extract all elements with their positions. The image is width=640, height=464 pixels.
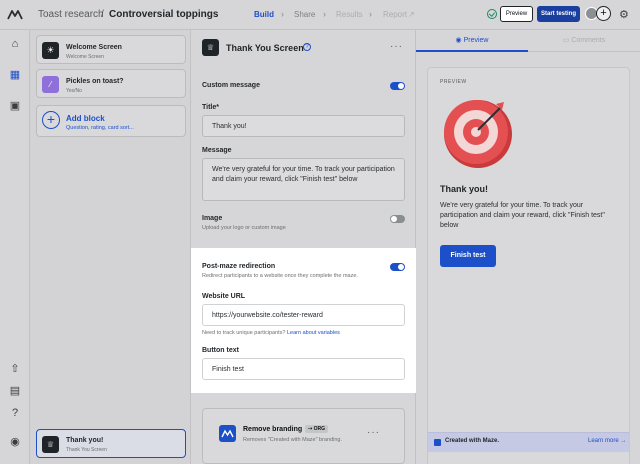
- editor-header: ♕ Thank You Screen ? ···: [191, 30, 416, 67]
- org-badge: ⇢ ORG: [305, 425, 328, 433]
- chevron-right-icon: ›: [281, 9, 284, 19]
- redirect-sublabel: Redirect participants to a website once …: [202, 273, 358, 279]
- remove-branding-card[interactable]: Remove branding ⇢ ORG Removes "Created w…: [202, 408, 405, 464]
- block-title: Pickles on toast?: [66, 78, 124, 85]
- image-sublabel: Upload your logo or custom image: [202, 225, 286, 231]
- maze-logo-icon[interactable]: [7, 8, 23, 22]
- add-block-button[interactable]: + Add block Question, rating, card sort.…: [36, 105, 186, 137]
- block-subtitle: Welcome Screen: [66, 54, 104, 60]
- image-label: Image: [202, 215, 223, 222]
- step-share[interactable]: Share: [294, 10, 315, 19]
- tab-preview-label: Preview: [463, 37, 489, 44]
- redirection-section: Post-maze redirection Redirect participa…: [191, 248, 416, 393]
- message-textarea[interactable]: We're very grateful for your time. To tr…: [202, 158, 405, 201]
- block-pickles-on-toast[interactable]: ⁄ Pickles on toast? Yes/No: [36, 69, 186, 98]
- chevron-right-icon: ›: [323, 9, 326, 19]
- block-subtitle: Thank You Screen: [66, 447, 107, 453]
- block-subtitle: Yes/No: [66, 88, 82, 94]
- website-url-label: Website URL: [202, 293, 246, 300]
- profile-icon[interactable]: ◉: [8, 435, 22, 449]
- learn-more-link[interactable]: Learn more →: [588, 438, 626, 444]
- preview-button[interactable]: Preview: [500, 6, 533, 22]
- step-results[interactable]: Results: [336, 10, 363, 19]
- custom-message-toggle[interactable]: [390, 82, 405, 90]
- tab-preview[interactable]: ◉ Preview: [416, 30, 528, 52]
- eye-icon: ◉: [455, 37, 464, 44]
- breadcrumb-separator: /: [101, 9, 104, 20]
- saved-check-icon: [487, 9, 497, 19]
- preview-panel: ◉ Preview ▭ Comments PREVIEW Thank you! …: [416, 30, 640, 464]
- trophy-icon: ♕: [202, 39, 219, 56]
- preview-label: PREVIEW: [440, 79, 467, 85]
- org-badge-text: ORG: [313, 426, 325, 432]
- custom-message-label: Custom message: [202, 82, 260, 89]
- plus-circle-icon: +: [42, 111, 60, 129]
- tab-comments-label: Comments: [571, 37, 606, 44]
- sun-icon: ☀: [42, 42, 59, 59]
- website-url-input[interactable]: https://yourwebsite.co/tester-reward: [202, 304, 405, 326]
- title-field-label: Title*: [202, 104, 219, 111]
- url-hint: Need to track unique participants? Learn…: [202, 330, 340, 336]
- breadcrumb-project[interactable]: Toast research: [38, 9, 104, 20]
- image-toggle[interactable]: [390, 215, 405, 223]
- help-icon[interactable]: ?: [8, 406, 22, 420]
- created-with-maze-text: Created with Maze.: [445, 438, 500, 444]
- gear-icon[interactable]: ⚙: [619, 8, 629, 21]
- maze-title[interactable]: Controversial toppings: [109, 9, 218, 20]
- upload-icon[interactable]: ⇧: [8, 362, 22, 376]
- invite-plus-button[interactable]: +: [596, 6, 611, 21]
- top-bar: Toast research / Controversial toppings …: [0, 0, 640, 30]
- more-options-icon[interactable]: ···: [367, 427, 380, 438]
- maze-brand-icon: [219, 425, 236, 442]
- add-block-subtitle: Question, rating, card sort...: [66, 125, 134, 131]
- button-text-label: Button text: [202, 347, 239, 354]
- message-field-label: Message: [202, 147, 232, 154]
- help-circle-icon[interactable]: ?: [303, 43, 311, 51]
- home-icon[interactable]: ⌂: [8, 37, 22, 51]
- chevron-right-icon: ›: [369, 9, 372, 19]
- step-report[interactable]: Report: [383, 10, 407, 19]
- left-rail: ⌂ ▦ ▣ ⇧ ▤ ? ◉: [0, 30, 30, 464]
- block-title: Thank you!: [66, 437, 104, 444]
- remove-branding-title: Remove branding: [243, 426, 303, 433]
- block-thank-you[interactable]: ♕ Thank you! Thank You Screen: [36, 429, 186, 458]
- block-welcome-screen[interactable]: ☀ Welcome Screen Welcome Screen: [36, 35, 186, 64]
- button-text-input[interactable]: Finish test: [202, 358, 405, 380]
- trophy-icon: ♕: [42, 436, 59, 453]
- block-title: Welcome Screen: [66, 44, 122, 51]
- start-testing-button[interactable]: Start testing: [537, 6, 580, 22]
- redirect-toggle[interactable]: [390, 263, 405, 271]
- editor-panel: ♕ Thank You Screen ? ··· Custom message …: [191, 30, 416, 464]
- title-input[interactable]: Thank you!: [202, 115, 405, 137]
- preview-message: We're very grateful for your time. To tr…: [440, 202, 605, 229]
- target-illustration-icon: [444, 100, 512, 168]
- add-block-title: Add block: [66, 114, 105, 123]
- more-options-icon[interactable]: ···: [390, 41, 403, 52]
- blocks-panel: ☀ Welcome Screen Welcome Screen ⁄ Pickle…: [30, 30, 191, 464]
- blocks-icon[interactable]: ▦: [8, 68, 22, 82]
- contacts-icon[interactable]: ▣: [8, 99, 22, 113]
- preview-title: Thank you!: [440, 184, 489, 194]
- url-hint-text: Need to track unique participants?: [202, 330, 286, 336]
- analytics-icon[interactable]: ▤: [8, 384, 22, 398]
- maze-brand-icon: [434, 439, 441, 446]
- created-with-maze-banner: Created with Maze. Learn more →: [428, 432, 629, 452]
- remove-branding-sub: Removes "Created with Maze" branding.: [243, 437, 342, 443]
- redirect-label: Post-maze redirection: [202, 263, 276, 270]
- finish-test-button[interactable]: Finish test: [440, 245, 496, 267]
- preview-card: PREVIEW Thank you! We're very grateful f…: [427, 67, 630, 464]
- learn-variables-link[interactable]: Learn about variables: [287, 330, 340, 336]
- step-build[interactable]: Build: [254, 10, 274, 19]
- external-link-icon: ↗: [408, 10, 415, 19]
- editor-title: Thank You Screen: [226, 43, 304, 53]
- yes-no-icon: ⁄: [42, 76, 59, 93]
- tab-comments[interactable]: ▭ Comments: [528, 30, 640, 52]
